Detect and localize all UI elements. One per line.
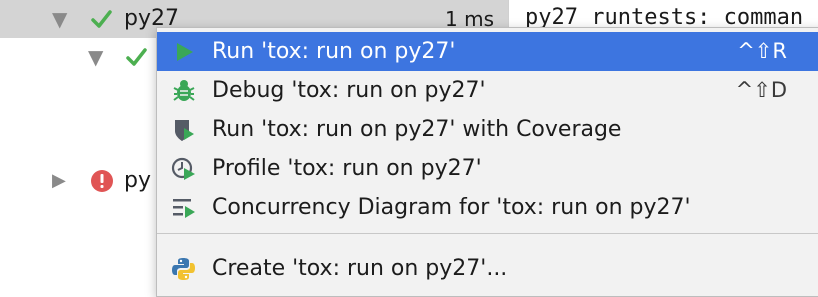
menu-item-concurrency[interactable]: Concurrency Diagram for 'tox: run on py2… xyxy=(157,188,818,227)
chevron-down-icon[interactable]: ▼ xyxy=(88,38,103,76)
menu-separator xyxy=(157,233,818,234)
shortcut-label: ^⇧D xyxy=(735,78,787,102)
shortcut-label: ^⇧R xyxy=(737,39,787,63)
menu-item-label: Run 'tox: run on py27' xyxy=(212,39,456,64)
python-icon xyxy=(171,256,197,282)
menu-item-label: Profile 'tox: run on py27' xyxy=(212,156,482,181)
run-icon xyxy=(171,39,197,65)
chevron-down-icon[interactable]: ▼ xyxy=(52,0,67,38)
check-icon xyxy=(126,48,147,66)
menu-item-label: Debug 'tox: run on py27' xyxy=(212,78,486,103)
error-icon xyxy=(91,170,113,192)
tree-item-label: py xyxy=(124,168,151,193)
debug-icon xyxy=(171,78,197,104)
check-icon xyxy=(91,10,112,28)
menu-item-label: Run 'tox: run on py27' with Coverage xyxy=(212,117,622,142)
coverage-icon xyxy=(171,117,197,143)
menu-item-run-coverage[interactable]: Run 'tox: run on py27' with Coverage xyxy=(157,110,818,149)
concurrency-icon xyxy=(171,195,197,221)
menu-item-label: Create 'tox: run on py27'... xyxy=(212,256,508,281)
menu-item-label: Concurrency Diagram for 'tox: run on py2… xyxy=(212,195,691,220)
profile-icon xyxy=(171,156,197,182)
chevron-right-icon[interactable]: ▶ xyxy=(52,162,66,200)
menu-item-create[interactable]: Create 'tox: run on py27'... xyxy=(157,249,818,288)
menu-item-profile[interactable]: Profile 'tox: run on py27' xyxy=(157,149,818,188)
context-menu: Run 'tox: run on py27' ^⇧R Debug 'tox: r… xyxy=(156,27,818,297)
menu-item-run[interactable]: Run 'tox: run on py27' ^⇧R xyxy=(157,32,818,71)
menu-item-debug[interactable]: Debug 'tox: run on py27' ^⇧D xyxy=(157,71,818,110)
